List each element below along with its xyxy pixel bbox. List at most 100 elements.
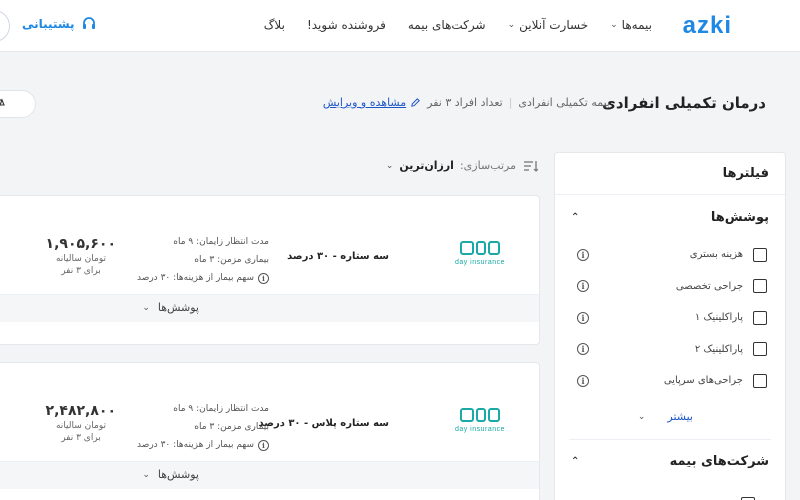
plan-details: مدت انتظار زایمان: ۹ ماه بیماری مزمن: ۳ … [137,233,269,287]
detail-share: i سهم بیمار از هزینه‌ها: ۳۰ درصد [137,269,269,287]
info-icon[interactable]: i [577,280,589,293]
day-logo-mark [451,238,509,258]
filter-option[interactable]: هزینه بستری i [555,239,785,271]
chevron-down-icon: ⌄ [142,302,150,313]
chevron-up-icon: ⌃ [571,456,580,467]
coverages-toggle[interactable]: پوشش‌ها ⌄ [142,468,199,481]
coverages-section-toggle[interactable]: پوشش‌ها ⌃ [555,195,785,239]
plan-name: سه ستاره - ۳۰ درصد [287,251,389,262]
filter-option[interactable]: پاراکلینیک ۱ i [555,302,785,334]
price: ۱,۹۰۵,۶۰۰ [45,236,116,252]
summary-type: بیمه تکمیلی انفرادی [518,96,610,109]
checkbox[interactable] [753,342,767,357]
plan-details: مدت انتظار زایمان: ۹ ماه بیماری مزمن: ۳ … [137,400,269,454]
chevron-up-icon: ⌃ [571,211,580,223]
info-icon[interactable]: i [577,248,589,261]
summary-count: تعداد افراد ۳ نفر [427,96,503,109]
account-button[interactable] [0,10,10,42]
show-more-button[interactable]: بیشتر ⌄ [555,397,785,429]
info-icon[interactable]: i [258,272,269,284]
detail-text: مدت انتظار زایمان: ۹ ماه [173,237,269,247]
filter-option[interactable]: جراحی‌های سرپایی i [555,365,785,397]
day-insurance-logo: day insurance [451,238,509,266]
support-label: پشتیبانی [22,17,75,31]
info-icon[interactable]: i [577,343,589,356]
detail-waiting: مدت انتظار زایمان: ۹ ماه [137,400,269,418]
pencil-icon [411,98,421,107]
sort-label: مرتب‌سازی: [459,159,516,172]
support-link[interactable]: پشتیبانی [22,16,97,32]
nav-blog[interactable]: بلاگ [264,18,285,32]
sort-control[interactable]: مرتب‌سازی: ارزان‌ترین ⌄ [386,159,538,172]
filters-panel: فیلترها پوشش‌ها ⌃ هزینه بستری i جراحی تخ… [554,152,786,500]
chevron-down-icon: ⌄ [142,469,150,480]
price-unit: تومان سالیانه [55,254,106,264]
chevron-down-icon: ⌄ [637,411,646,422]
azki-logo[interactable]: azki [683,12,732,40]
nav-label: خسارت آنلاین [519,18,589,32]
sort-value: ارزان‌ترین [399,159,454,172]
coverages-toggle-label: پوشش‌ها [157,301,199,314]
balance-scale-icon [0,98,5,106]
result-card[interactable]: day insurance سه ستاره پلاس - ۳۰ درصد مد… [0,362,540,500]
card-footer: پوشش‌ها ⌄ [0,294,539,322]
filter-option-label: هزینه بستری [689,249,743,261]
nav-label: بیمه‌ها [621,18,652,32]
coverages-toggle[interactable]: پوشش‌ها ⌄ [142,301,199,314]
info-icon[interactable]: i [577,374,589,387]
brand-subtitle: day insurance [454,259,506,266]
plan-name: سه ستاره پلاس - ۳۰ درصد [258,418,389,429]
chevron-down-icon: ⌄ [610,20,618,30]
price-people: برای ۳ نفر [61,266,101,276]
filter-option-label: جراحی‌های سرپایی [663,375,743,387]
main-nav: بیمه‌ها ⌄ خسارت آنلاین ⌄ شرکت‌های بیمه ف… [264,18,652,32]
price: ۲,۴۸۲,۸۰۰ [45,403,116,419]
chevron-down-icon: ⌄ [507,20,516,30]
filter-option-label: جراحی تخصصی [675,280,743,292]
detail-chronic: بیماری مزمن: ۳ ماه [137,418,269,436]
nav-insurances[interactable]: بیمه‌ها ⌄ [610,18,652,32]
checkbox[interactable] [753,247,767,262]
price-box: ۱,۹۰۵,۶۰۰ تومان سالیانه برای ۳ نفر [46,236,116,276]
info-icon[interactable]: i [258,439,269,451]
nav-insurance-companies[interactable]: شرکت‌های بیمه [408,18,486,32]
result-card[interactable]: day insurance سه ستاره - ۳۰ درصد مدت انت… [0,195,540,345]
top-header: azki بیمه‌ها ⌄ خسارت آنلاین ⌄ شرکت‌های ب… [0,0,800,52]
coverages-toggle-label: پوشش‌ها [157,468,199,481]
filter-option-label: پاراکلینیک ۱ [694,312,743,324]
price-people: برای ۳ نفر [61,433,101,443]
detail-share: i سهم بیمار از هزینه‌ها: ۳۰ درصد [137,436,269,454]
checkbox[interactable] [753,310,767,325]
detail-text: بیماری مزمن: ۳ ماه [194,422,269,432]
price-unit: تومان سالیانه [55,421,106,431]
nav-online-claims[interactable]: خسارت آنلاین ⌄ [508,18,589,32]
page-title: درمان تکمیلی انفرادی [602,94,766,112]
checkbox[interactable] [753,279,767,294]
info-icon[interactable]: i [577,311,589,324]
summary-separator: | [508,96,513,109]
filter-option[interactable]: پاراکلینیک ۲ i [555,334,785,366]
companies-section-toggle[interactable]: شرکت‌های بیمه ⌃ [555,440,785,484]
brand-subtitle: day insurance [454,426,506,433]
filters-title: فیلترها [555,153,785,195]
show-more-label: بیشتر [667,410,693,423]
detail-text: سهم بیمار از هزینه‌ها: ۳۰ درصد [136,440,254,450]
summary-bar: درمان تکمیلی انفرادی بیمه تکمیلی انفرادی… [0,80,800,126]
edit-link-label: مشاهده و ویرایش [322,96,407,109]
nav-label: شرکت‌های بیمه [407,18,486,32]
headset-icon [82,17,95,29]
nav-label: فروشنده شوید! [306,18,386,32]
filter-option[interactable]: جراحی تخصصی i [555,271,785,303]
day-insurance-logo: day insurance [451,405,509,433]
nav-label: بلاگ [263,18,285,32]
nav-become-seller[interactable]: فروشنده شوید! [307,18,386,32]
checkbox[interactable] [753,373,767,388]
detail-text: سهم بیمار از هزینه‌ها: ۳۰ درصد [136,273,254,283]
edit-link[interactable]: مشاهده و ویرایش [323,96,421,109]
detail-waiting: مدت انتظار زایمان: ۹ ماه [137,233,269,251]
compare-button[interactable] [0,90,36,118]
detail-chronic: بیماری مزمن: ۳ ماه [137,251,269,269]
detail-text: بیماری مزمن: ۳ ماه [194,255,269,265]
detail-text: مدت انتظار زایمان: ۹ ماه [173,404,269,414]
filter-option-label: پاراکلینیک ۲ [694,343,743,355]
